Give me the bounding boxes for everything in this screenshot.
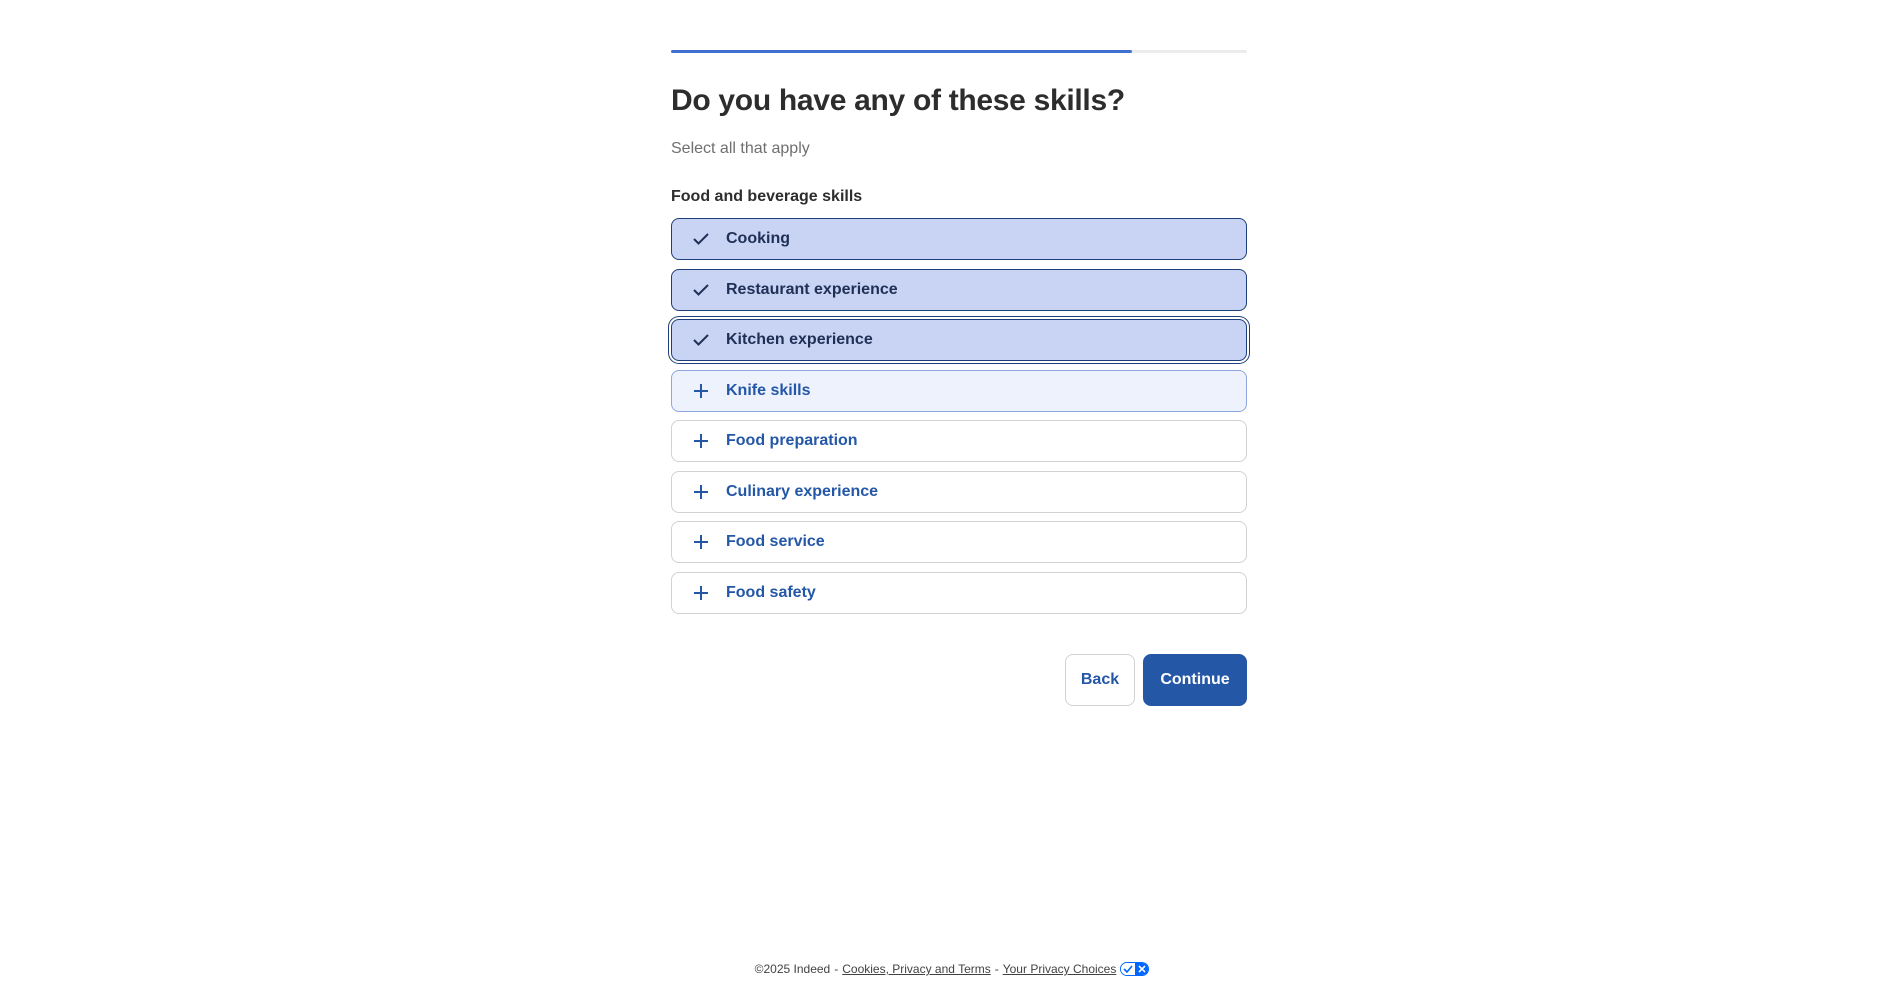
footer-copyright: ©2025 Indeed xyxy=(754,962,831,976)
skill-option[interactable]: Knife skills xyxy=(671,369,1247,412)
cookies-privacy-terms-link[interactable]: Cookies, Privacy and Terms xyxy=(842,962,991,976)
plus-icon xyxy=(692,584,710,602)
skill-option-label: Cooking xyxy=(726,230,790,247)
skill-option[interactable]: Food service xyxy=(671,521,1247,563)
footer-separator: - xyxy=(994,962,999,976)
skill-option-label: Food service xyxy=(726,533,825,550)
skill-options-list: Cooking Restaurant experience Kitchen expe… xyxy=(671,218,1247,622)
check-icon xyxy=(1121,963,1135,975)
check-icon xyxy=(692,331,710,349)
privacy-choices-icon[interactable] xyxy=(1120,962,1150,976)
plus-icon xyxy=(692,483,710,501)
progress-bar xyxy=(671,50,1247,53)
skill-option-label: Kitchen experience xyxy=(726,331,873,348)
skill-option-label: Knife skills xyxy=(726,381,811,399)
skill-option[interactable]: Culinary experience xyxy=(671,470,1247,513)
skill-option[interactable]: Cooking xyxy=(671,218,1247,260)
skill-option-label: Culinary experience xyxy=(726,482,879,500)
skill-option-label: Food safety xyxy=(726,583,816,601)
plus-icon xyxy=(692,382,710,400)
skill-option[interactable]: Food preparation xyxy=(671,420,1247,462)
page-title: Do you have any of these skills? xyxy=(671,84,1125,117)
plus-icon xyxy=(692,533,710,551)
footer-separator: - xyxy=(834,962,839,976)
back-button[interactable]: Back xyxy=(1065,654,1135,706)
skill-group-label: Food and beverage skills xyxy=(671,188,863,205)
close-icon xyxy=(1134,963,1149,975)
footer: ©2025 Indeed - Cookies, Privacy and Term… xyxy=(0,962,1904,976)
skill-option[interactable]: Kitchen experience xyxy=(671,319,1247,361)
skill-option-label: Restaurant experience xyxy=(726,280,898,298)
continue-button[interactable]: Continue xyxy=(1143,654,1247,706)
skill-option[interactable]: Restaurant experience xyxy=(671,268,1247,311)
check-icon xyxy=(692,281,710,299)
form-actions: Back Continue xyxy=(1065,654,1247,706)
plus-icon xyxy=(692,432,710,450)
page-subtitle: Select all that apply xyxy=(671,140,810,157)
progress-bar-fill xyxy=(671,50,1132,53)
skill-option-label: Food preparation xyxy=(726,432,858,449)
check-icon xyxy=(692,230,710,248)
skill-option[interactable]: Food safety xyxy=(671,571,1247,614)
privacy-choices-link[interactable]: Your Privacy Choices xyxy=(1003,962,1117,976)
